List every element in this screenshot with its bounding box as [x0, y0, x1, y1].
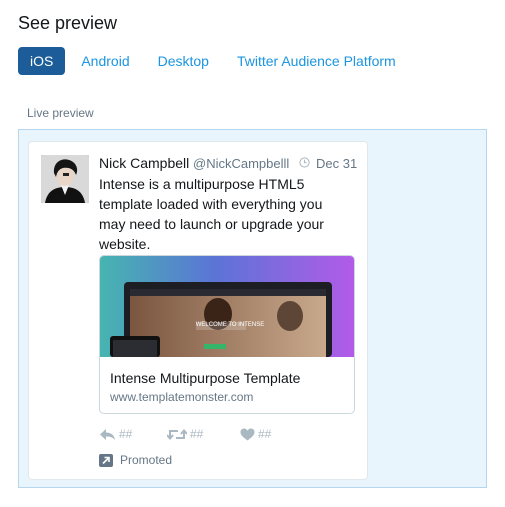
promoted-label: Promoted	[120, 453, 173, 467]
tab-twitter-audience-platform[interactable]: Twitter Audience Platform	[223, 47, 410, 75]
tweet-author-name[interactable]: Nick Campbell	[99, 155, 189, 171]
tab-desktop[interactable]: Desktop	[144, 47, 223, 75]
like-button[interactable]: ##	[240, 427, 271, 441]
promoted-arrow-icon	[99, 453, 113, 467]
tab-android[interactable]: Android	[67, 47, 143, 75]
avatar[interactable]	[41, 155, 89, 203]
reply-icon	[100, 428, 115, 440]
live-preview-label: Live preview	[27, 106, 94, 120]
promoted-indicator: Promoted	[99, 453, 172, 467]
retweet-button[interactable]: ##	[167, 427, 203, 441]
tweet-text: Intense is a multipurpose HTML5 template…	[99, 176, 324, 252]
reply-button[interactable]: ##	[99, 427, 132, 441]
retweet-count: ##	[190, 427, 204, 441]
card-image: WELCOME TO INTENSE	[100, 256, 354, 357]
link-card[interactable]: WELCOME TO INTENSE Intense Multipurpose …	[99, 255, 355, 414]
card-domain: www.templatemonster.com	[110, 390, 254, 404]
tab-ios[interactable]: iOS	[18, 47, 66, 75]
page-title: See preview	[18, 13, 118, 33]
reply-count: ##	[119, 427, 133, 441]
retweet-icon	[167, 428, 187, 440]
tweet-date[interactable]: Dec 31	[316, 156, 357, 171]
platform-tabs: iOS Android Desktop Twitter Audience Pla…	[18, 47, 410, 75]
heart-icon	[240, 428, 255, 440]
tweet-card: Nick Campbell @NickCampbelll Dec 31 Inte…	[28, 141, 368, 480]
tweet-author-handle[interactable]: @NickCampbelll	[193, 156, 289, 171]
like-count: ##	[258, 427, 272, 441]
clock-icon	[299, 157, 310, 168]
card-image-caption: WELCOME TO INTENSE	[195, 322, 265, 328]
live-preview-panel: Nick Campbell @NickCampbelll Dec 31 Inte…	[18, 129, 487, 488]
card-title: Intense Multipurpose Template	[110, 370, 301, 386]
